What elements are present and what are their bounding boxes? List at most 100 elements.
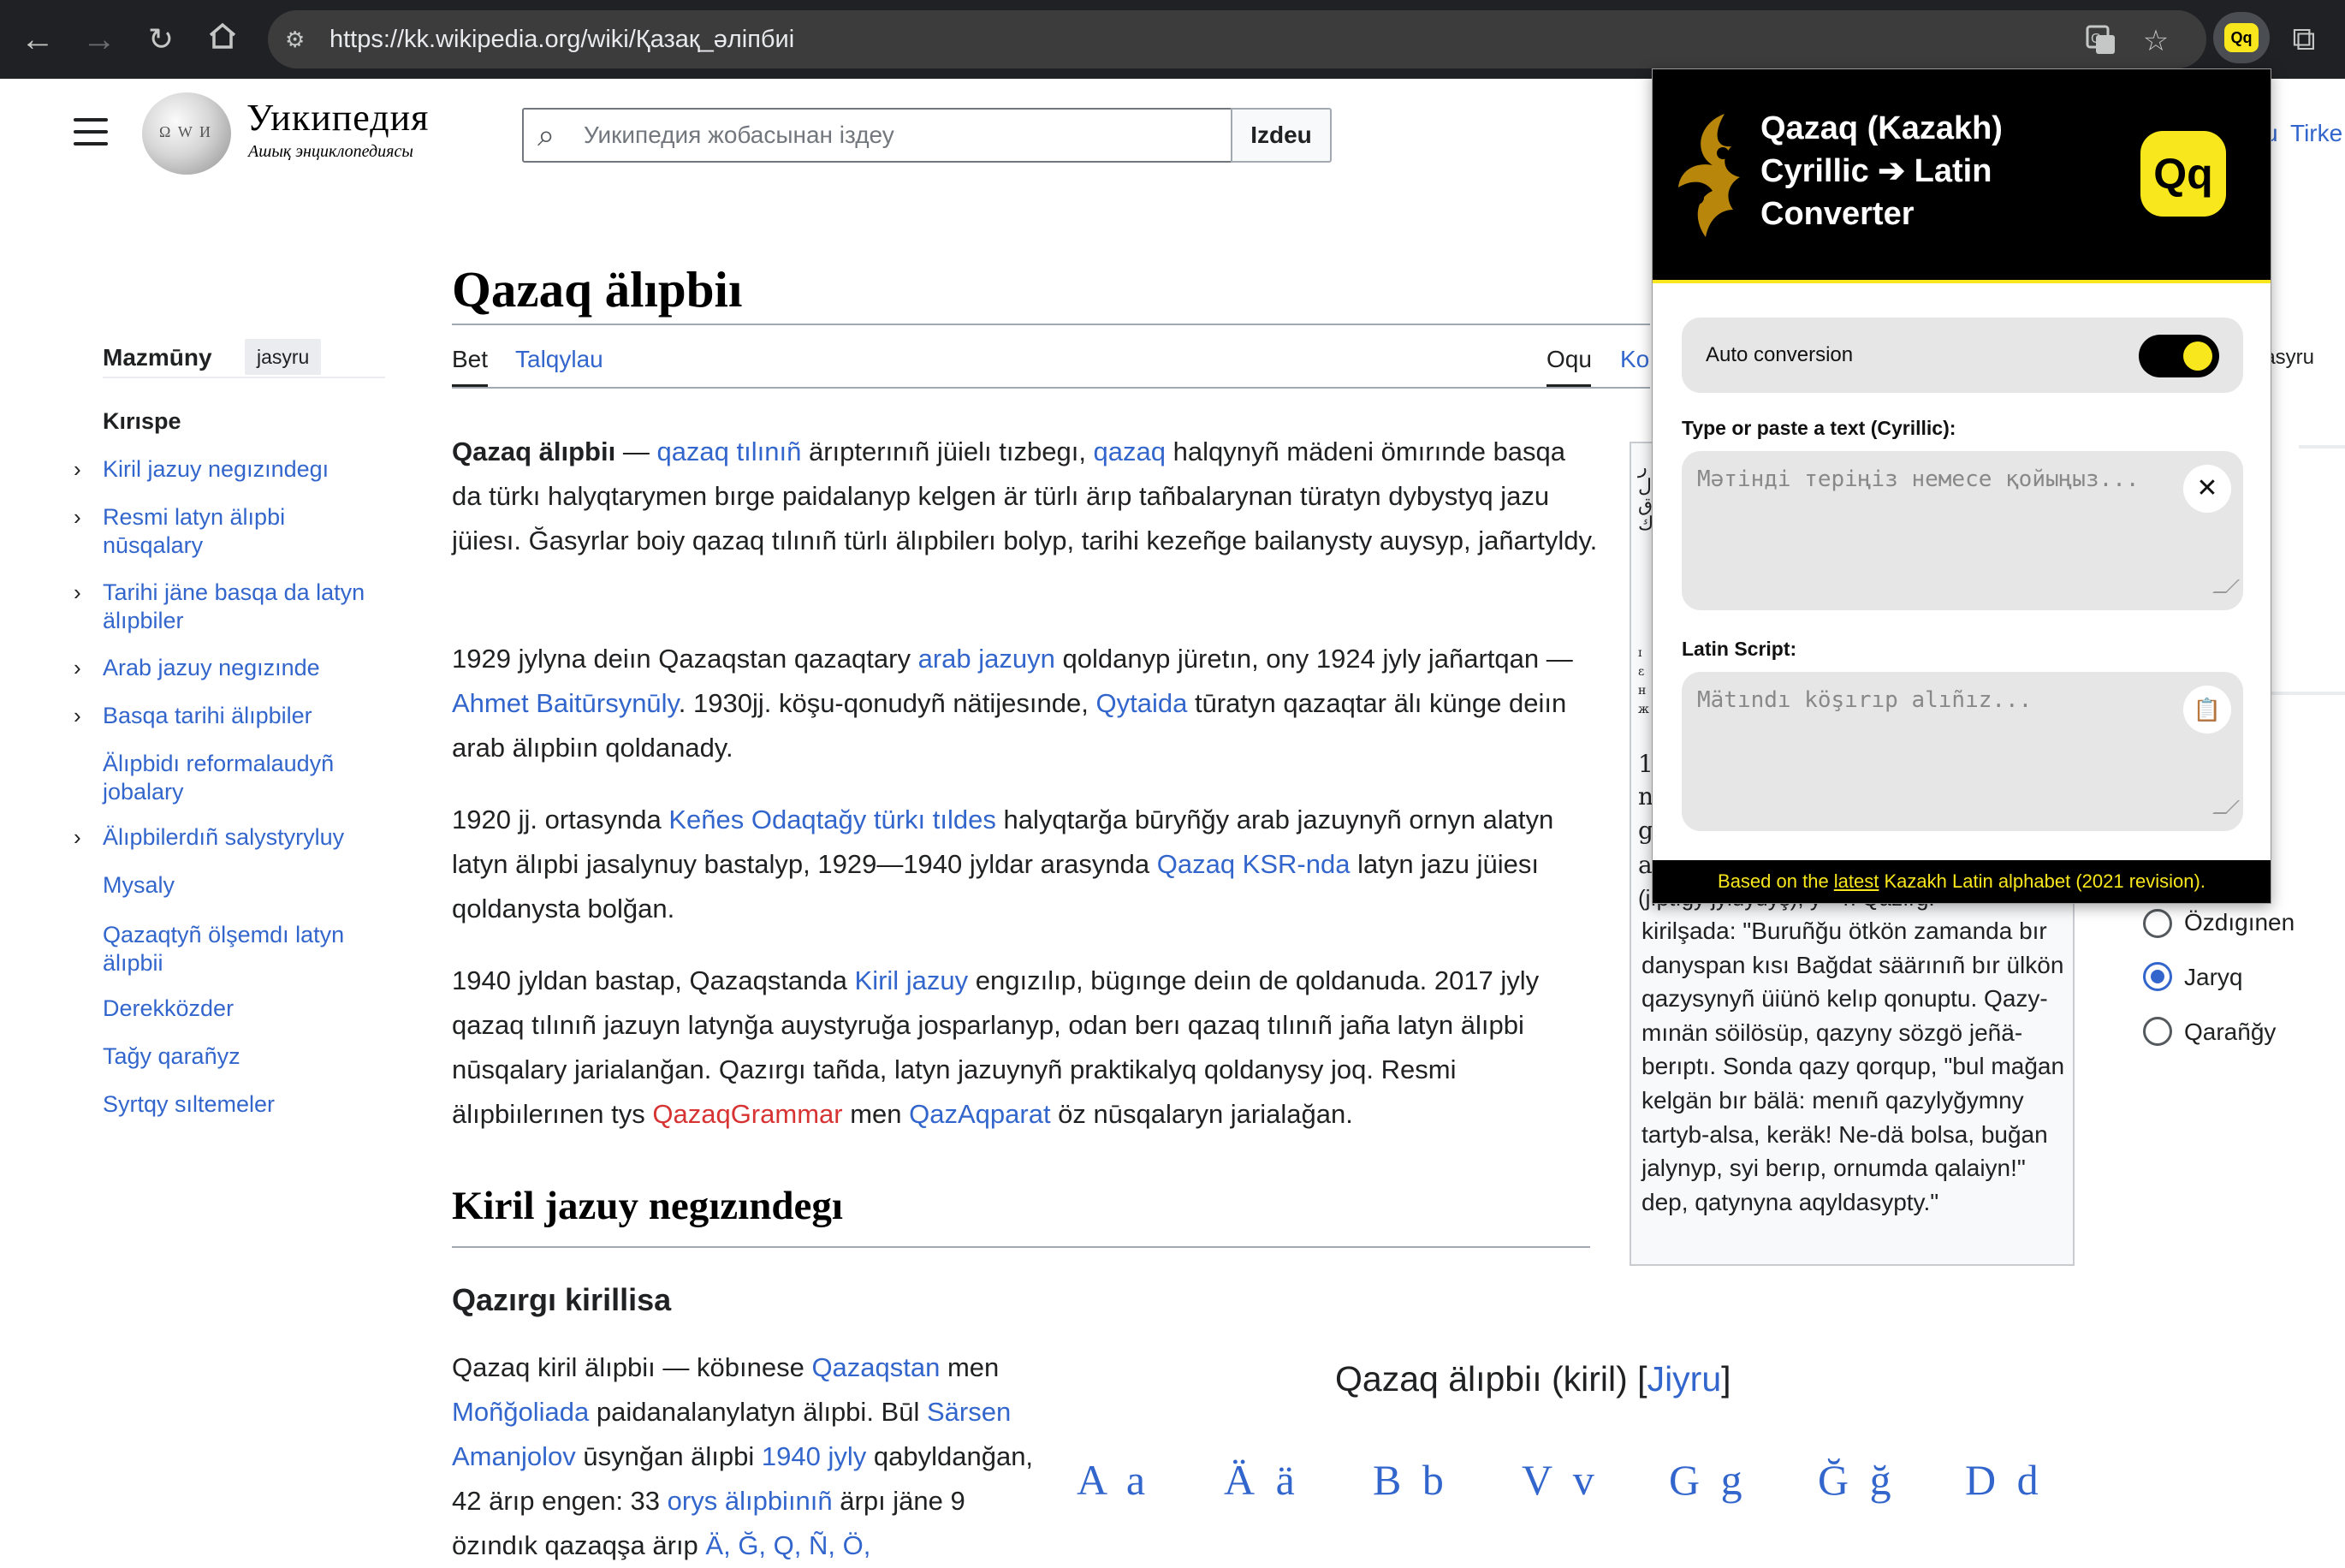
toc-item[interactable]: › Kiril jazuy negızındegı xyxy=(74,455,385,484)
radio-label[interactable]: Qarañğy xyxy=(2184,1019,2276,1046)
toc-item-label[interactable]: Resmi latyn älıpbi nūsqalary xyxy=(103,504,285,558)
toc-hide-button[interactable]: jasyru xyxy=(245,339,322,375)
letter-link[interactable]: Ä ä xyxy=(1224,1455,1300,1505)
search-button[interactable]: Izdeu xyxy=(1231,108,1332,163)
toc-item[interactable]: Qazaqtyñ ölşemdı latyn älıpbii xyxy=(103,921,385,977)
letter-link[interactable]: B b xyxy=(1373,1455,1449,1505)
red-link[interactable]: QazaqGrammar xyxy=(652,1099,842,1129)
resize-handle[interactable] xyxy=(2212,800,2240,814)
search-box[interactable]: ⌕ xyxy=(522,108,1232,163)
toc-item-intro[interactable]: Kırıspe xyxy=(103,407,385,436)
letter-link[interactable]: V v xyxy=(1522,1455,1600,1505)
text: 1940 jyldan bastap, Qazaqstanda xyxy=(452,965,855,995)
radio-automatic[interactable] xyxy=(2143,909,2172,938)
cyrillic-input[interactable] xyxy=(1697,466,2176,595)
clear-close-icon[interactable]: ✕ xyxy=(2183,465,2231,513)
latin-output[interactable] xyxy=(1697,687,2176,816)
toc-item-label[interactable]: Tarihi jäne basqa da latyn älıpbiler xyxy=(103,579,365,633)
toc-header: Mazmūny jasyru xyxy=(103,339,385,378)
extension-qq-button[interactable]: Qq xyxy=(2213,12,2270,63)
wikipedia-globe-logo[interactable] xyxy=(142,92,231,175)
paragraph: Qazaq kiril älıpbiı — köbınese Qazaqstan… xyxy=(452,1345,1042,1568)
letter-link[interactable]: A a xyxy=(1077,1455,1150,1505)
letter-link[interactable]: D d xyxy=(1965,1455,2044,1505)
tab-read[interactable]: Oqu xyxy=(1547,346,1592,373)
url-text[interactable]: https://kk.wikipedia.org/wiki/Қазақ_әліп… xyxy=(329,10,794,68)
link[interactable]: Qytaida xyxy=(1096,688,1188,718)
text: ūsynğan älıpbi xyxy=(575,1441,762,1471)
clipboard-copy-icon[interactable]: 📋 xyxy=(2183,686,2231,734)
radio-label[interactable]: Özdıgınen xyxy=(2184,909,2295,936)
extensions-puzzle-icon[interactable]: ⧉ xyxy=(2283,19,2324,60)
browser-toolbar: ← → ↻ ⚙ https://kk.wikipedia.org/wiki/Қа… xyxy=(0,0,2345,79)
login-link[interactable]: Tirke xyxy=(2290,120,2342,147)
toc-item[interactable]: › Arab jazuy negızınde xyxy=(74,654,385,682)
link[interactable]: Kiril jazuy xyxy=(855,965,969,995)
resize-handle[interactable] xyxy=(2212,579,2240,593)
caption-text: ] xyxy=(1721,1359,1731,1399)
link[interactable]: Qazaqstan xyxy=(811,1352,940,1382)
radio-light[interactable] xyxy=(2143,962,2172,991)
link[interactable]: qazaq tılınıñ xyxy=(656,437,801,466)
toc-item[interactable]: Derekközder xyxy=(103,995,385,1023)
tab-talk[interactable]: Talqylau xyxy=(515,346,603,373)
link[interactable]: QazAqparat xyxy=(909,1099,1050,1129)
home-icon[interactable] xyxy=(202,19,243,60)
radio-label[interactable]: Jaryq xyxy=(2184,964,2242,991)
tab-edit-source[interactable]: Ko xyxy=(1620,346,1649,373)
wikipedia-wordmark[interactable]: Уикипедия xyxy=(246,96,429,140)
wikipedia-tagline: Ашық энциклопедиясы xyxy=(248,142,413,161)
site-settings-icon[interactable]: ⚙ xyxy=(285,26,312,53)
infobox-sample-text: kirilşada: "Buruñğu ötkön zamanda bır da… xyxy=(1642,918,2065,1215)
back-icon[interactable]: ← xyxy=(17,19,58,60)
tab-article[interactable]: Bet xyxy=(452,346,488,373)
toc-item[interactable]: Tağy qarañyz xyxy=(103,1042,385,1071)
letter-link[interactable]: Ğ ğ xyxy=(1818,1455,1897,1505)
link[interactable]: 1940 jyly xyxy=(762,1441,866,1471)
chevron-right-icon[interactable]: › xyxy=(74,579,81,607)
tabs-divider xyxy=(452,387,1650,389)
toc-item-label[interactable]: Kiril jazuy negızındegı xyxy=(103,456,329,482)
toc-item-label[interactable]: Arab jazuy negızınde xyxy=(103,655,320,680)
latest-link[interactable]: latest xyxy=(1834,870,1879,892)
toc-item[interactable]: Syrtqy sıltemeler xyxy=(103,1090,385,1119)
link[interactable]: Qazaq KSR-nda xyxy=(1157,849,1351,879)
toc-item[interactable]: Älıpbidı reformalaudyñ jobalary xyxy=(103,750,385,806)
address-bar[interactable]: ⚙ https://kk.wikipedia.org/wiki/Қазақ_әл… xyxy=(268,10,2206,68)
toc-item[interactable]: › Resmi latyn älıpbi nūsqalary xyxy=(74,503,385,560)
chevron-right-icon[interactable]: › xyxy=(74,455,81,484)
chevron-right-icon[interactable]: › xyxy=(74,823,81,852)
text: qoldanyp jüretın, ony 1924 jyly jañartqa… xyxy=(1054,644,1573,674)
bookmark-star-icon[interactable]: ☆ xyxy=(2139,24,2173,58)
footer-text: Kazakh Latin alphabet (2021 revision). xyxy=(1879,870,2205,892)
toc-item[interactable]: › Älıpbilerdıñ salystyryluy xyxy=(74,823,385,852)
chevron-right-icon[interactable]: › xyxy=(74,503,81,532)
link[interactable]: Moñğoliada xyxy=(452,1397,589,1427)
radio-dark[interactable] xyxy=(2143,1017,2172,1046)
forward-icon[interactable]: → xyxy=(79,19,120,60)
toc-item[interactable]: › Tarihi jäne basqa da latyn älıpbiler xyxy=(74,579,385,635)
toc-item[interactable]: Mysaly xyxy=(103,871,385,900)
link[interactable]: arab jazuyn xyxy=(918,644,1055,674)
collapse-link[interactable]: Jiyru xyxy=(1647,1359,1722,1399)
reload-icon[interactable]: ↻ xyxy=(140,19,181,60)
popup-footer: Based on the latest Kazakh Latin alphabe… xyxy=(1653,860,2271,903)
search-input[interactable] xyxy=(584,116,1217,154)
link[interactable]: orys älıpbiınıñ xyxy=(668,1486,833,1516)
link[interactable]: Ahmet Baitūrsynūly xyxy=(452,688,679,718)
auto-conversion-toggle[interactable] xyxy=(2139,335,2219,377)
caption-text: Qazaq älıpbiı (kiril) [ xyxy=(1335,1359,1647,1399)
toc-item-label[interactable]: Älıpbilerdıñ salystyryluy xyxy=(103,824,344,850)
paragraph-intro: Qazaq älıpbiı — qazaq tılınıñ ärıpterını… xyxy=(452,430,1599,563)
chevron-right-icon[interactable]: › xyxy=(74,654,81,682)
translate-icon[interactable]: G xyxy=(2084,24,2118,58)
chevron-right-icon[interactable]: › xyxy=(74,702,81,730)
link[interactable]: qazaq xyxy=(1094,437,1166,466)
letter-link[interactable]: G g xyxy=(1669,1455,1748,1505)
main-menu-icon[interactable] xyxy=(74,118,108,146)
link[interactable]: Keñes Odaqtağy türkı tıldes xyxy=(668,805,996,834)
toc-item-label[interactable]: Basqa tarihi älıpbiler xyxy=(103,703,312,728)
toc-item[interactable]: › Basqa tarihi älıpbiler xyxy=(74,702,385,730)
latin-output-box: 📋 xyxy=(1682,672,2243,831)
qq-extension-icon[interactable]: Qq xyxy=(2224,23,2259,52)
